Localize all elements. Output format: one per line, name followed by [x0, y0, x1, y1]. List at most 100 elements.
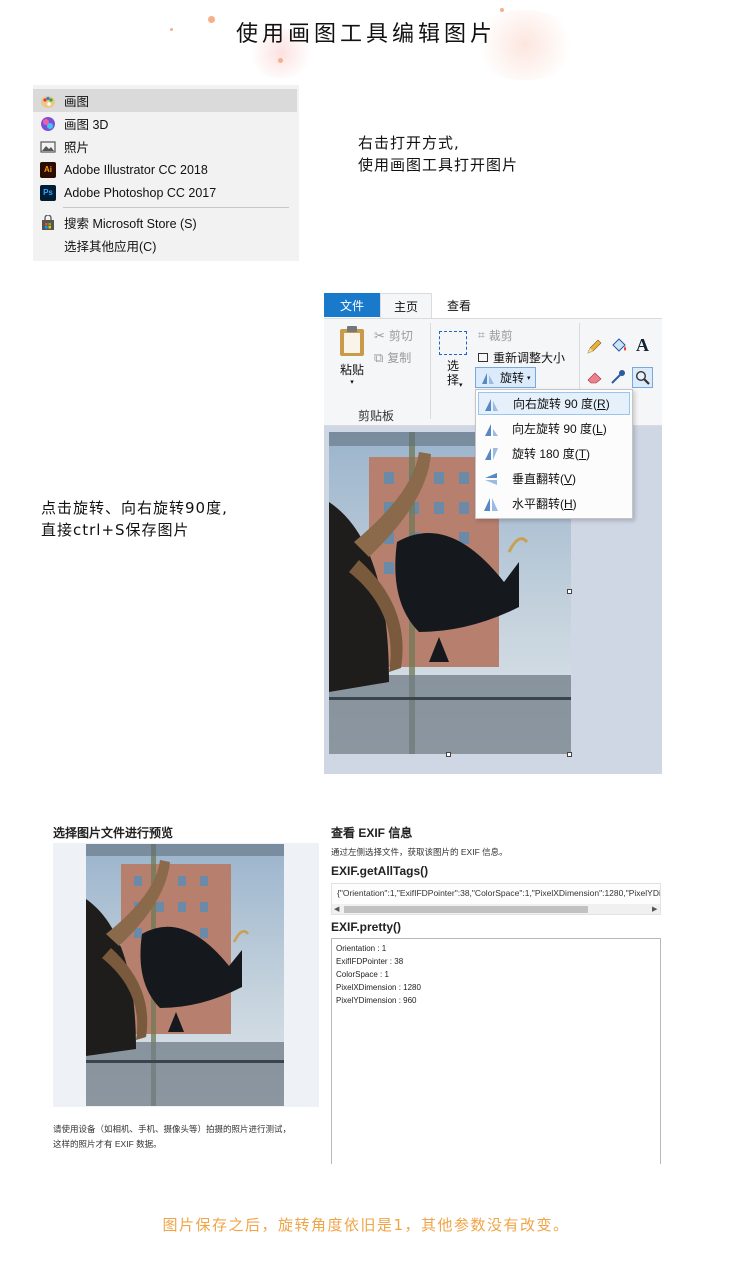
scroll-right-icon[interactable]: ▶: [652, 905, 657, 913]
paste-label: 粘贴: [339, 363, 364, 377]
page-title: 使用画图工具编辑图片: [235, 22, 496, 47]
get-all-tags-title: EXIF.getAllTags(): [331, 864, 429, 878]
chevron-down-icon: ▾: [459, 382, 463, 389]
chevron-down-icon: ▾: [527, 374, 531, 382]
scroll-thumb[interactable]: [344, 906, 588, 913]
color-picker-button[interactable]: [610, 369, 626, 385]
pretty-title: EXIF.pretty(): [331, 920, 402, 934]
paint-window: 文件 主页 查看 粘贴 ▾ ✂ 剪切 ⧉ 复制 剪贴板 选择 ▾ ⌗ 裁剪 重新…: [324, 292, 662, 774]
note-rotate: 点击旋转、向右旋转90度, 直接ctrl+S保存图片: [41, 497, 228, 541]
resize-handle[interactable]: [567, 589, 572, 594]
pretty-line: PixelYDimension : 960: [336, 996, 417, 1005]
note-line: 这样的照片才有 EXIF 数据。: [53, 1139, 162, 1149]
exif-description: 通过左侧选择文件，获取该图片的 EXIF 信息。: [331, 847, 508, 857]
rotate-180-icon: [485, 447, 498, 460]
tab-file[interactable]: 文件: [324, 293, 380, 317]
preview-image: [86, 844, 284, 1106]
flip-horizontal-icon: [484, 497, 498, 511]
horizontal-scrollbar[interactable]: ◀ ▶: [332, 904, 660, 914]
rotate-item-paren: ): [586, 446, 591, 461]
photos-icon: [40, 139, 56, 155]
pretty-line: PixelXDimension : 1280: [336, 983, 421, 992]
rotate-item-paren: ): [572, 496, 577, 511]
decor-dot: [500, 8, 504, 12]
resize-icon: [478, 353, 488, 362]
menu-item-illustrator[interactable]: Ai Adobe Illustrator CC 2018: [33, 158, 297, 181]
menu-item-label: 画图 3D: [64, 118, 109, 132]
rotate-label: 旋转: [500, 371, 525, 385]
rotate-item-paren: ): [605, 396, 610, 411]
menu-item-label: 搜索 Microsoft Store (S): [64, 217, 197, 231]
preview-note: 请使用设备（如相机、手机、摄像头等）拍摄的照片进行测试， 这样的照片才有 EXI…: [53, 1122, 291, 1152]
menu-item-label: 选择其他应用(C): [64, 240, 157, 254]
note-line: 请使用设备（如相机、手机、摄像头等）拍摄的照片进行测试，: [53, 1124, 292, 1134]
rotate-item-label: 旋转 180 度(: [512, 447, 579, 461]
menu-item-choose-other-app[interactable]: 选择其他应用(C): [33, 234, 297, 257]
store-icon: [40, 214, 56, 231]
flip-vertical-item[interactable]: 垂直翻转(V): [478, 467, 630, 490]
all-tags-value: {"Orientation":1,"ExifIFDPointer":38,"Co…: [337, 888, 661, 898]
note-line: 点击旋转、向右旋转90度,: [41, 499, 228, 517]
note-line: 直接ctrl+S保存图片: [41, 521, 190, 539]
crop-icon: ⌗: [478, 328, 485, 342]
resize-label: 重新调整大小: [493, 351, 566, 365]
note-open-with: 右击打开方式, 使用画图工具打开图片: [358, 132, 518, 176]
eraser-icon: [587, 372, 602, 384]
menu-item-label: 画图: [64, 95, 90, 109]
menu-item-paint[interactable]: 画图: [33, 89, 297, 112]
pretty-line: Orientation : 1: [336, 944, 387, 953]
copy-button[interactable]: ⧉ 复制: [374, 349, 411, 366]
rotate-icon: [482, 372, 494, 384]
scroll-left-icon[interactable]: ◀: [334, 905, 339, 913]
pencil-button[interactable]: [586, 339, 602, 355]
menu-item-paint-3d[interactable]: 画图 3D: [33, 112, 297, 135]
decor-dot: [278, 58, 283, 63]
rotate-button[interactable]: 旋转 ▾: [475, 367, 536, 388]
clipboard-icon: [340, 326, 364, 356]
fill-button[interactable]: [610, 337, 628, 355]
menu-item-store[interactable]: 搜索 Microsoft Store (S): [33, 211, 297, 234]
cut-button[interactable]: ✂ 剪切: [374, 327, 413, 344]
resize-handle[interactable]: [567, 752, 572, 757]
menu-item-photos[interactable]: 照片: [33, 135, 297, 158]
chevron-down-icon: ▾: [350, 379, 354, 386]
tab-home[interactable]: 主页: [380, 293, 432, 319]
paint-bucket-icon: [612, 338, 626, 352]
pretty-line: ExifIFDPointer : 38: [336, 957, 404, 966]
open-with-menu: 画图 画图 3D 照片 Ai Adobe Illustrator CC 2018…: [33, 85, 299, 261]
footer-note: 图片保存之后，旋转角度依旧是1，其他参数没有改变。: [162, 1216, 570, 1234]
resize-button[interactable]: 重新调整大小: [478, 349, 565, 366]
shortcut-key: H: [564, 496, 573, 511]
all-tags-box[interactable]: {"Orientation":1,"ExifIFDPointer":38,"Co…: [331, 883, 661, 915]
photoshop-icon: Ps: [40, 184, 56, 201]
select-button[interactable]: 选择 ▾: [438, 331, 468, 395]
shortcut-key: T: [578, 446, 587, 461]
rotate-left-90-item[interactable]: 向左旋转 90 度(L): [478, 417, 630, 440]
note-line: 右击打开方式,: [358, 134, 460, 152]
flip-horizontal-item[interactable]: 水平翻转(H): [478, 492, 630, 515]
shortcut-key: V: [564, 471, 573, 486]
eraser-button[interactable]: [586, 369, 604, 385]
paint-icon: [40, 93, 56, 109]
exif-title: 查看 EXIF 信息: [331, 826, 413, 840]
select-label: 选择: [446, 359, 459, 387]
resize-handle[interactable]: [446, 752, 451, 757]
magnifier-icon: [635, 370, 650, 385]
magnifier-button[interactable]: [632, 367, 653, 388]
paste-button[interactable]: 粘贴 ▾: [334, 325, 370, 401]
menu-item-label: Adobe Illustrator CC 2018: [64, 162, 208, 177]
select-icon: [439, 331, 467, 355]
preview-title: 选择图片文件进行预览: [53, 826, 174, 840]
rotate-right-icon: [485, 398, 498, 411]
tab-view[interactable]: 查看: [436, 293, 482, 317]
menu-item-photoshop[interactable]: Ps Adobe Photoshop CC 2017: [33, 181, 297, 204]
shortcut-key: R: [597, 396, 606, 411]
rotate-right-90-item[interactable]: 向右旋转 90 度(R): [478, 392, 630, 415]
rotate-180-item[interactable]: 旋转 180 度(T): [478, 442, 630, 465]
scissors-icon: ✂: [374, 327, 385, 343]
pretty-output-box[interactable]: Orientation : 1 ExifIFDPointer : 38 Colo…: [331, 938, 661, 1164]
crop-button[interactable]: ⌗ 裁剪: [478, 327, 513, 344]
flip-vertical-icon: [485, 472, 497, 485]
rotate-item-label: 垂直翻转(: [512, 472, 564, 486]
text-tool-icon[interactable]: A: [636, 335, 649, 356]
